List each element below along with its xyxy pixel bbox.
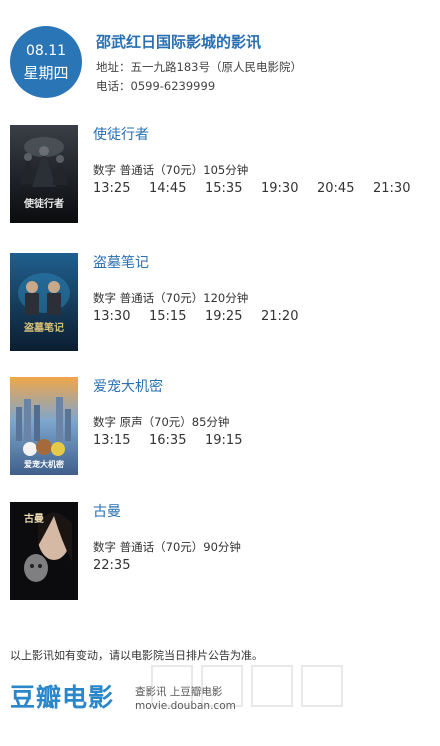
cinema-phone[interactable]: 电话：0599-6239999 bbox=[96, 78, 215, 94]
movie-item: 使徒行者 使徒行者 数字 普通话（70元）105分钟 13:25 14:45 1… bbox=[10, 125, 430, 223]
movie-info: 数字 普通话（70元）105分钟 bbox=[93, 163, 249, 177]
showtime[interactable]: 20:45 bbox=[317, 180, 354, 198]
movie-item: 爱宠大机密 爱宠大机密 数字 原声（70元）85分钟 13:15 16:35 1… bbox=[10, 377, 430, 475]
showtime[interactable]: 19:25 bbox=[205, 308, 242, 326]
poster-title: 古曼 bbox=[24, 512, 44, 525]
watermark-icon bbox=[151, 665, 343, 707]
showtimes: 13:15 16:35 19:15 bbox=[93, 432, 430, 450]
showtime[interactable]: 16:35 bbox=[149, 432, 186, 450]
movie-poster[interactable]: 爱宠大机密 bbox=[10, 377, 78, 475]
showtimes: 13:25 14:45 15:35 19:30 20:45 21:30 bbox=[93, 180, 430, 198]
movie-title[interactable]: 古曼 bbox=[93, 503, 121, 521]
movie-poster[interactable]: 使徒行者 bbox=[10, 125, 78, 223]
douban-movie-logo[interactable]: 豆瓣电影 bbox=[10, 684, 114, 712]
cinema-name[interactable]: 邵武红日国际影城的影讯 bbox=[96, 32, 261, 52]
cinema-header: 08.11 星期四 邵武红日国际影城的影讯 地址：五一九路183号（原人民电影院… bbox=[10, 26, 430, 98]
showtimes: 13:30 15:15 19:25 21:20 bbox=[93, 308, 430, 326]
showtime[interactable]: 13:15 bbox=[93, 432, 130, 450]
cinema-address: 地址：五一九路183号（原人民电影院） bbox=[96, 60, 302, 74]
showtimes: 22:35 bbox=[93, 557, 430, 575]
movie-info: 数字 普通话（70元）120分钟 bbox=[93, 291, 249, 305]
poster-title: 盗墓笔记 bbox=[24, 321, 64, 334]
date-badge: 08.11 星期四 bbox=[10, 26, 82, 98]
showtime[interactable]: 21:20 bbox=[261, 308, 298, 326]
movie-item: 古曼 古曼 数字 普通话（70元）90分钟 22:35 bbox=[10, 502, 430, 600]
movie-title[interactable]: 盗墓笔记 bbox=[93, 254, 149, 272]
weekday-text: 星期四 bbox=[23, 64, 69, 82]
movie-poster[interactable]: 盗墓笔记 bbox=[10, 253, 78, 351]
movie-title[interactable]: 爱宠大机密 bbox=[93, 378, 163, 396]
showtime[interactable]: 14:45 bbox=[149, 180, 186, 198]
poster-title: 使徒行者 bbox=[23, 197, 64, 210]
showtime[interactable]: 22:35 bbox=[93, 557, 130, 575]
movie-poster[interactable]: 古曼 bbox=[10, 502, 78, 600]
date-text: 08.11 bbox=[25, 43, 67, 59]
poster-title: 爱宠大机密 bbox=[24, 459, 64, 469]
showtime[interactable]: 13:30 bbox=[93, 308, 130, 326]
movie-item: 盗墓笔记 盗墓笔记 数字 普通话（70元）120分钟 13:30 15:15 1… bbox=[10, 253, 430, 351]
movie-info: 数字 原声（70元）85分钟 bbox=[93, 415, 230, 429]
showtime[interactable]: 15:15 bbox=[149, 308, 186, 326]
movie-title[interactable]: 使徒行者 bbox=[93, 126, 149, 144]
showtime[interactable]: 19:30 bbox=[261, 180, 298, 198]
showtime[interactable]: 21:30 bbox=[373, 180, 410, 198]
showtime[interactable]: 15:35 bbox=[205, 180, 242, 198]
showtime[interactable]: 19:15 bbox=[205, 432, 242, 450]
showtime[interactable]: 13:25 bbox=[93, 180, 130, 198]
movie-info: 数字 普通话（70元）90分钟 bbox=[93, 540, 241, 554]
